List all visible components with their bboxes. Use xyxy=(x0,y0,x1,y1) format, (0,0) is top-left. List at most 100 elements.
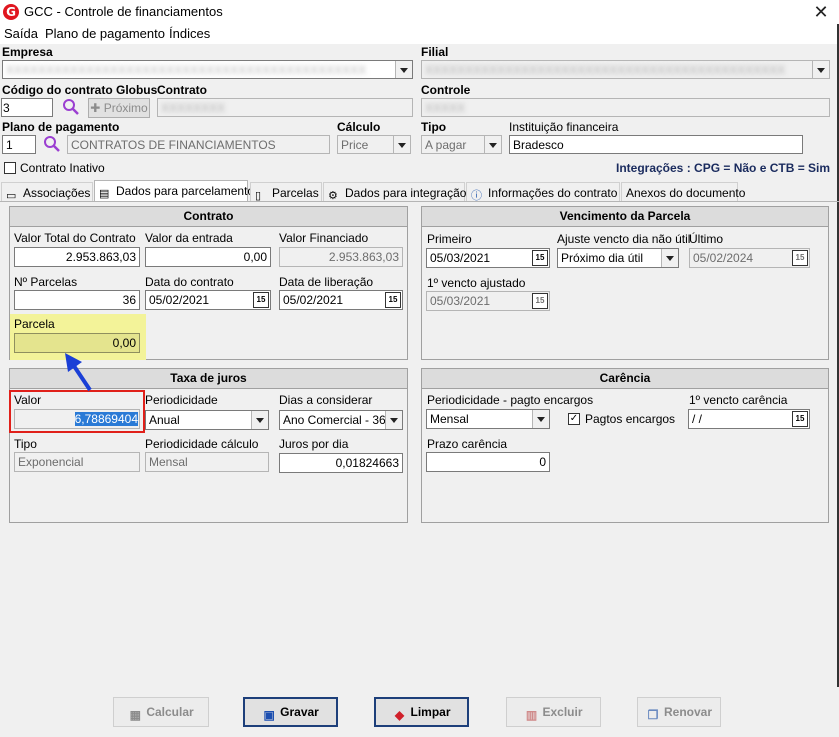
limpar-button[interactable]: ◆ Limpar xyxy=(374,697,469,727)
calendar-icon[interactable]: 15 xyxy=(532,250,548,266)
juros-periodicidade-select[interactable]: Anual xyxy=(145,410,269,430)
renovar-button[interactable]: ❐ Renovar xyxy=(637,697,721,727)
tab-dados-parcelamento[interactable]: ▤ Dados para parcelamento xyxy=(94,180,254,202)
pagtos-encargos-checkbox[interactable]: ✓ xyxy=(568,413,580,425)
tipo-select[interactable]: A pagar xyxy=(421,135,502,154)
valor-financiado-field: 2.953.863,03 xyxy=(279,247,403,267)
primeiro-label: Primeiro xyxy=(427,232,472,246)
close-icon[interactable]: ✕ xyxy=(809,1,833,23)
menu-bar: Saída Plano de pagamento Índices xyxy=(0,24,839,44)
trash-icon: ▥ xyxy=(525,708,538,722)
codigo-label: Código do contrato Globus xyxy=(2,83,158,97)
instituicao-label: Instituição financeira xyxy=(509,120,619,134)
filial-label: Filial xyxy=(421,45,449,59)
tab-dados-integracao[interactable]: ⚙ Dados para integração xyxy=(323,182,466,202)
annotation-arrow-icon xyxy=(65,353,92,392)
codigo-input[interactable]: 3 xyxy=(1,98,53,117)
chevron-down-icon[interactable] xyxy=(251,411,268,429)
ultimo-label: Último xyxy=(689,232,724,246)
tab-parcelas[interactable]: ▯ Parcelas xyxy=(250,182,322,202)
primeiro-input[interactable]: 05/03/2021 15 xyxy=(426,248,550,268)
filial-select[interactable]: XXXXXXXXXXXXXXXXXXXXXXXXXXXXXXXXXXXXXXXX… xyxy=(421,60,830,79)
save-icon: ▣ xyxy=(263,708,275,722)
controle-label: Controle xyxy=(421,83,471,97)
empresa-label: Empresa xyxy=(2,45,53,59)
ajuste-label: Ajuste vencto dia não útil xyxy=(557,232,691,246)
juros-valor-label: Valor xyxy=(14,393,42,407)
carencia-periodicidade-select[interactable]: Mensal xyxy=(426,409,550,429)
juros-tipo-label: Tipo xyxy=(14,437,37,451)
valor-entrada-label: Valor da entrada xyxy=(145,231,233,245)
tipo-label: Tipo xyxy=(421,120,447,134)
menu-saida[interactable]: Saída xyxy=(4,26,38,41)
menu-plano-pagamento[interactable]: Plano de pagamento xyxy=(45,26,165,41)
tab-anexos[interactable]: Anexos do documento xyxy=(621,182,745,202)
title-bar: G GCC - Controle de financiamentos ✕ xyxy=(0,0,839,24)
chevron-down-icon[interactable] xyxy=(393,136,410,153)
vencimento-title: Vencimento da Parcela xyxy=(422,207,828,227)
dias-label: Dias a considerar xyxy=(279,393,373,407)
calcular-button[interactable]: ▦ Calcular xyxy=(113,697,209,727)
calendar-icon[interactable]: 15 xyxy=(792,411,808,427)
copy-icon: ❐ xyxy=(647,708,659,722)
instituicao-input[interactable]: Bradesco xyxy=(509,135,803,154)
chevron-down-icon[interactable] xyxy=(484,136,501,153)
eraser-icon: ◆ xyxy=(394,708,405,722)
calculo-select[interactable]: Price xyxy=(337,135,411,154)
period-calc-label: Periodicidade cálculo xyxy=(145,437,259,451)
carencia-title: Carência xyxy=(422,369,828,389)
ultimo-field: 05/02/2024 15 xyxy=(689,248,810,268)
vencto-carencia-label: 1º vencto carência xyxy=(689,393,788,407)
data-liberacao-label: Data de liberação xyxy=(279,275,374,289)
excluir-button[interactable]: ▥ Excluir xyxy=(506,697,601,727)
contrato-title: Contrato xyxy=(10,207,407,227)
window-title: GCC - Controle de financiamentos xyxy=(24,4,223,19)
search-icon[interactable] xyxy=(43,135,61,153)
parcela-label: Parcela xyxy=(14,317,55,331)
chevron-down-icon[interactable] xyxy=(661,249,678,267)
juros-dia-field: 0,01824663 xyxy=(279,453,403,473)
vencto-carencia-input[interactable]: / /15 xyxy=(688,409,810,429)
inativo-checkbox[interactable] xyxy=(4,162,16,174)
chevron-down-icon[interactable] xyxy=(812,61,829,78)
chevron-down-icon[interactable] xyxy=(532,410,549,428)
prazo-label: Prazo carência xyxy=(427,437,508,451)
menu-indices[interactable]: Índices xyxy=(169,26,210,41)
juros-periodicidade-label: Periodicidade xyxy=(145,393,218,407)
document-icon: ▤ xyxy=(99,188,110,200)
valor-financiado-label: Valor Financiado xyxy=(279,231,369,245)
integracoes-text: Integrações : CPG = Não e CTB = Sim xyxy=(616,161,831,175)
valor-total-input[interactable]: 2.953.863,03 xyxy=(14,247,140,267)
empresa-select[interactable]: XXXXXXXXXXXXXXXXXXXXXXXXXXXXXXXXXXXXXXXX… xyxy=(2,60,413,79)
app-logo: G xyxy=(3,4,19,20)
plano-code-input[interactable]: 1 xyxy=(2,135,36,154)
carencia-periodicidade-label: Periodicidade - pagto encargos xyxy=(427,393,594,407)
valor-entrada-input[interactable]: 0,00 xyxy=(145,247,271,267)
prazo-input[interactable]: 0 xyxy=(426,452,550,472)
data-liberacao-input[interactable]: 05/02/2021 15 xyxy=(279,290,403,310)
data-contrato-input[interactable]: 05/02/2021 15 xyxy=(145,290,271,310)
contrato-field: XXXXXXXX xyxy=(157,98,413,117)
plano-desc-field: CONTRATOS DE FINANCIAMENTOS xyxy=(67,135,330,154)
juros-tipo-field: Exponencial xyxy=(14,452,140,472)
proximo-button[interactable]: ✚ Próximo xyxy=(88,98,150,118)
calendar-icon[interactable]: 15 xyxy=(385,292,401,308)
valor-total-label: Valor Total do Contrato xyxy=(14,231,136,245)
tab-associacoes[interactable]: ▭ Associações xyxy=(1,182,93,202)
period-calc-field: Mensal xyxy=(145,452,269,472)
dias-select[interactable]: Ano Comercial - 360 xyxy=(279,410,403,430)
search-icon[interactable] xyxy=(62,98,80,116)
chevron-down-icon[interactable] xyxy=(385,411,402,429)
tab-informacoes-contrato[interactable]: ⓘ Informações do contrato xyxy=(466,182,620,202)
juros-valor-field[interactable]: 6,78869404 xyxy=(14,409,140,429)
data-contrato-label: Data do contrato xyxy=(145,275,234,289)
chevron-down-icon[interactable] xyxy=(395,61,412,78)
calendar-icon[interactable]: 15 xyxy=(792,250,808,266)
parcelas-input[interactable]: 36 xyxy=(14,290,140,310)
contrato-label: Contrato xyxy=(157,83,207,97)
calendar-icon[interactable]: 15 xyxy=(532,293,548,309)
plano-label: Plano de pagamento xyxy=(2,120,120,134)
gravar-button[interactable]: ▣ Gravar xyxy=(243,697,338,727)
ajuste-select[interactable]: Próximo dia útil xyxy=(557,248,679,268)
calendar-icon[interactable]: 15 xyxy=(253,292,269,308)
